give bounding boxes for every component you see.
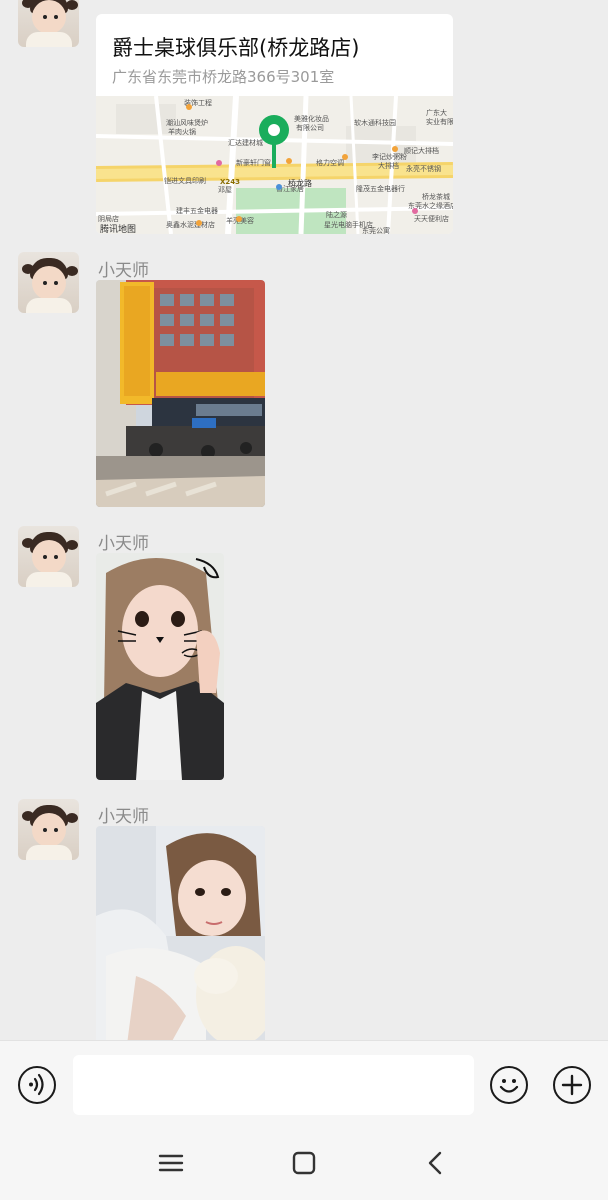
system-nav-bar bbox=[0, 1130, 608, 1200]
image-message-selfie-2[interactable] bbox=[96, 826, 265, 1040]
storefront-photo bbox=[96, 280, 265, 507]
sender-avatar[interactable] bbox=[18, 799, 79, 860]
plus-icon bbox=[561, 1074, 583, 1096]
chat-message-list[interactable]: 爵士桌球俱乐部(桥龙路店) 广东省东莞市桥龙路366号301室 装饰工程 潮汕风… bbox=[0, 0, 608, 1040]
location-map-preview[interactable]: 装饰工程 潮汕风味煲炉 羊肉火锅 汇达建材城 美雅化妆品 有限公司 软木通科技园… bbox=[96, 96, 453, 234]
menu-icon bbox=[158, 1154, 184, 1172]
map-provider-label: 腾讯地图 bbox=[100, 225, 137, 234]
back-icon bbox=[428, 1151, 442, 1175]
sender-avatar[interactable] bbox=[18, 526, 79, 587]
location-title: 爵士桌球俱乐部(桥龙路店) bbox=[112, 36, 360, 60]
sender-name: 小天师 bbox=[98, 534, 149, 554]
image-message-selfie[interactable] bbox=[96, 553, 224, 780]
message-input[interactable] bbox=[73, 1055, 474, 1115]
selfie-photo bbox=[96, 553, 224, 780]
nav-back-button[interactable] bbox=[416, 1148, 456, 1178]
sender-name: 小天师 bbox=[98, 261, 149, 281]
voice-icon bbox=[29, 1073, 44, 1096]
image-message-storefront[interactable] bbox=[96, 280, 265, 507]
nav-menu-button[interactable] bbox=[151, 1148, 191, 1178]
selfie-photo-2 bbox=[96, 826, 265, 1040]
sender-avatar[interactable] bbox=[18, 0, 79, 47]
sender-name: 小天师 bbox=[98, 807, 149, 827]
chat-input-bar bbox=[0, 1040, 608, 1131]
location-address: 广东省东莞市桥龙路366号301室 bbox=[112, 68, 335, 86]
voice-button[interactable] bbox=[18, 1066, 56, 1104]
location-message-card[interactable]: 爵士桌球俱乐部(桥龙路店) 广东省东莞市桥龙路366号301室 装饰工程 潮汕风… bbox=[96, 14, 453, 234]
road-label: 桥龙路 bbox=[288, 179, 312, 188]
sender-avatar[interactable] bbox=[18, 252, 79, 313]
map-pin-icon bbox=[259, 115, 289, 168]
plus-button[interactable] bbox=[553, 1066, 591, 1104]
emoji-icon bbox=[499, 1079, 519, 1093]
highway-label: X243 bbox=[220, 178, 241, 186]
home-icon bbox=[292, 1151, 316, 1175]
nav-home-button[interactable] bbox=[284, 1148, 324, 1178]
emoji-button[interactable] bbox=[490, 1066, 528, 1104]
